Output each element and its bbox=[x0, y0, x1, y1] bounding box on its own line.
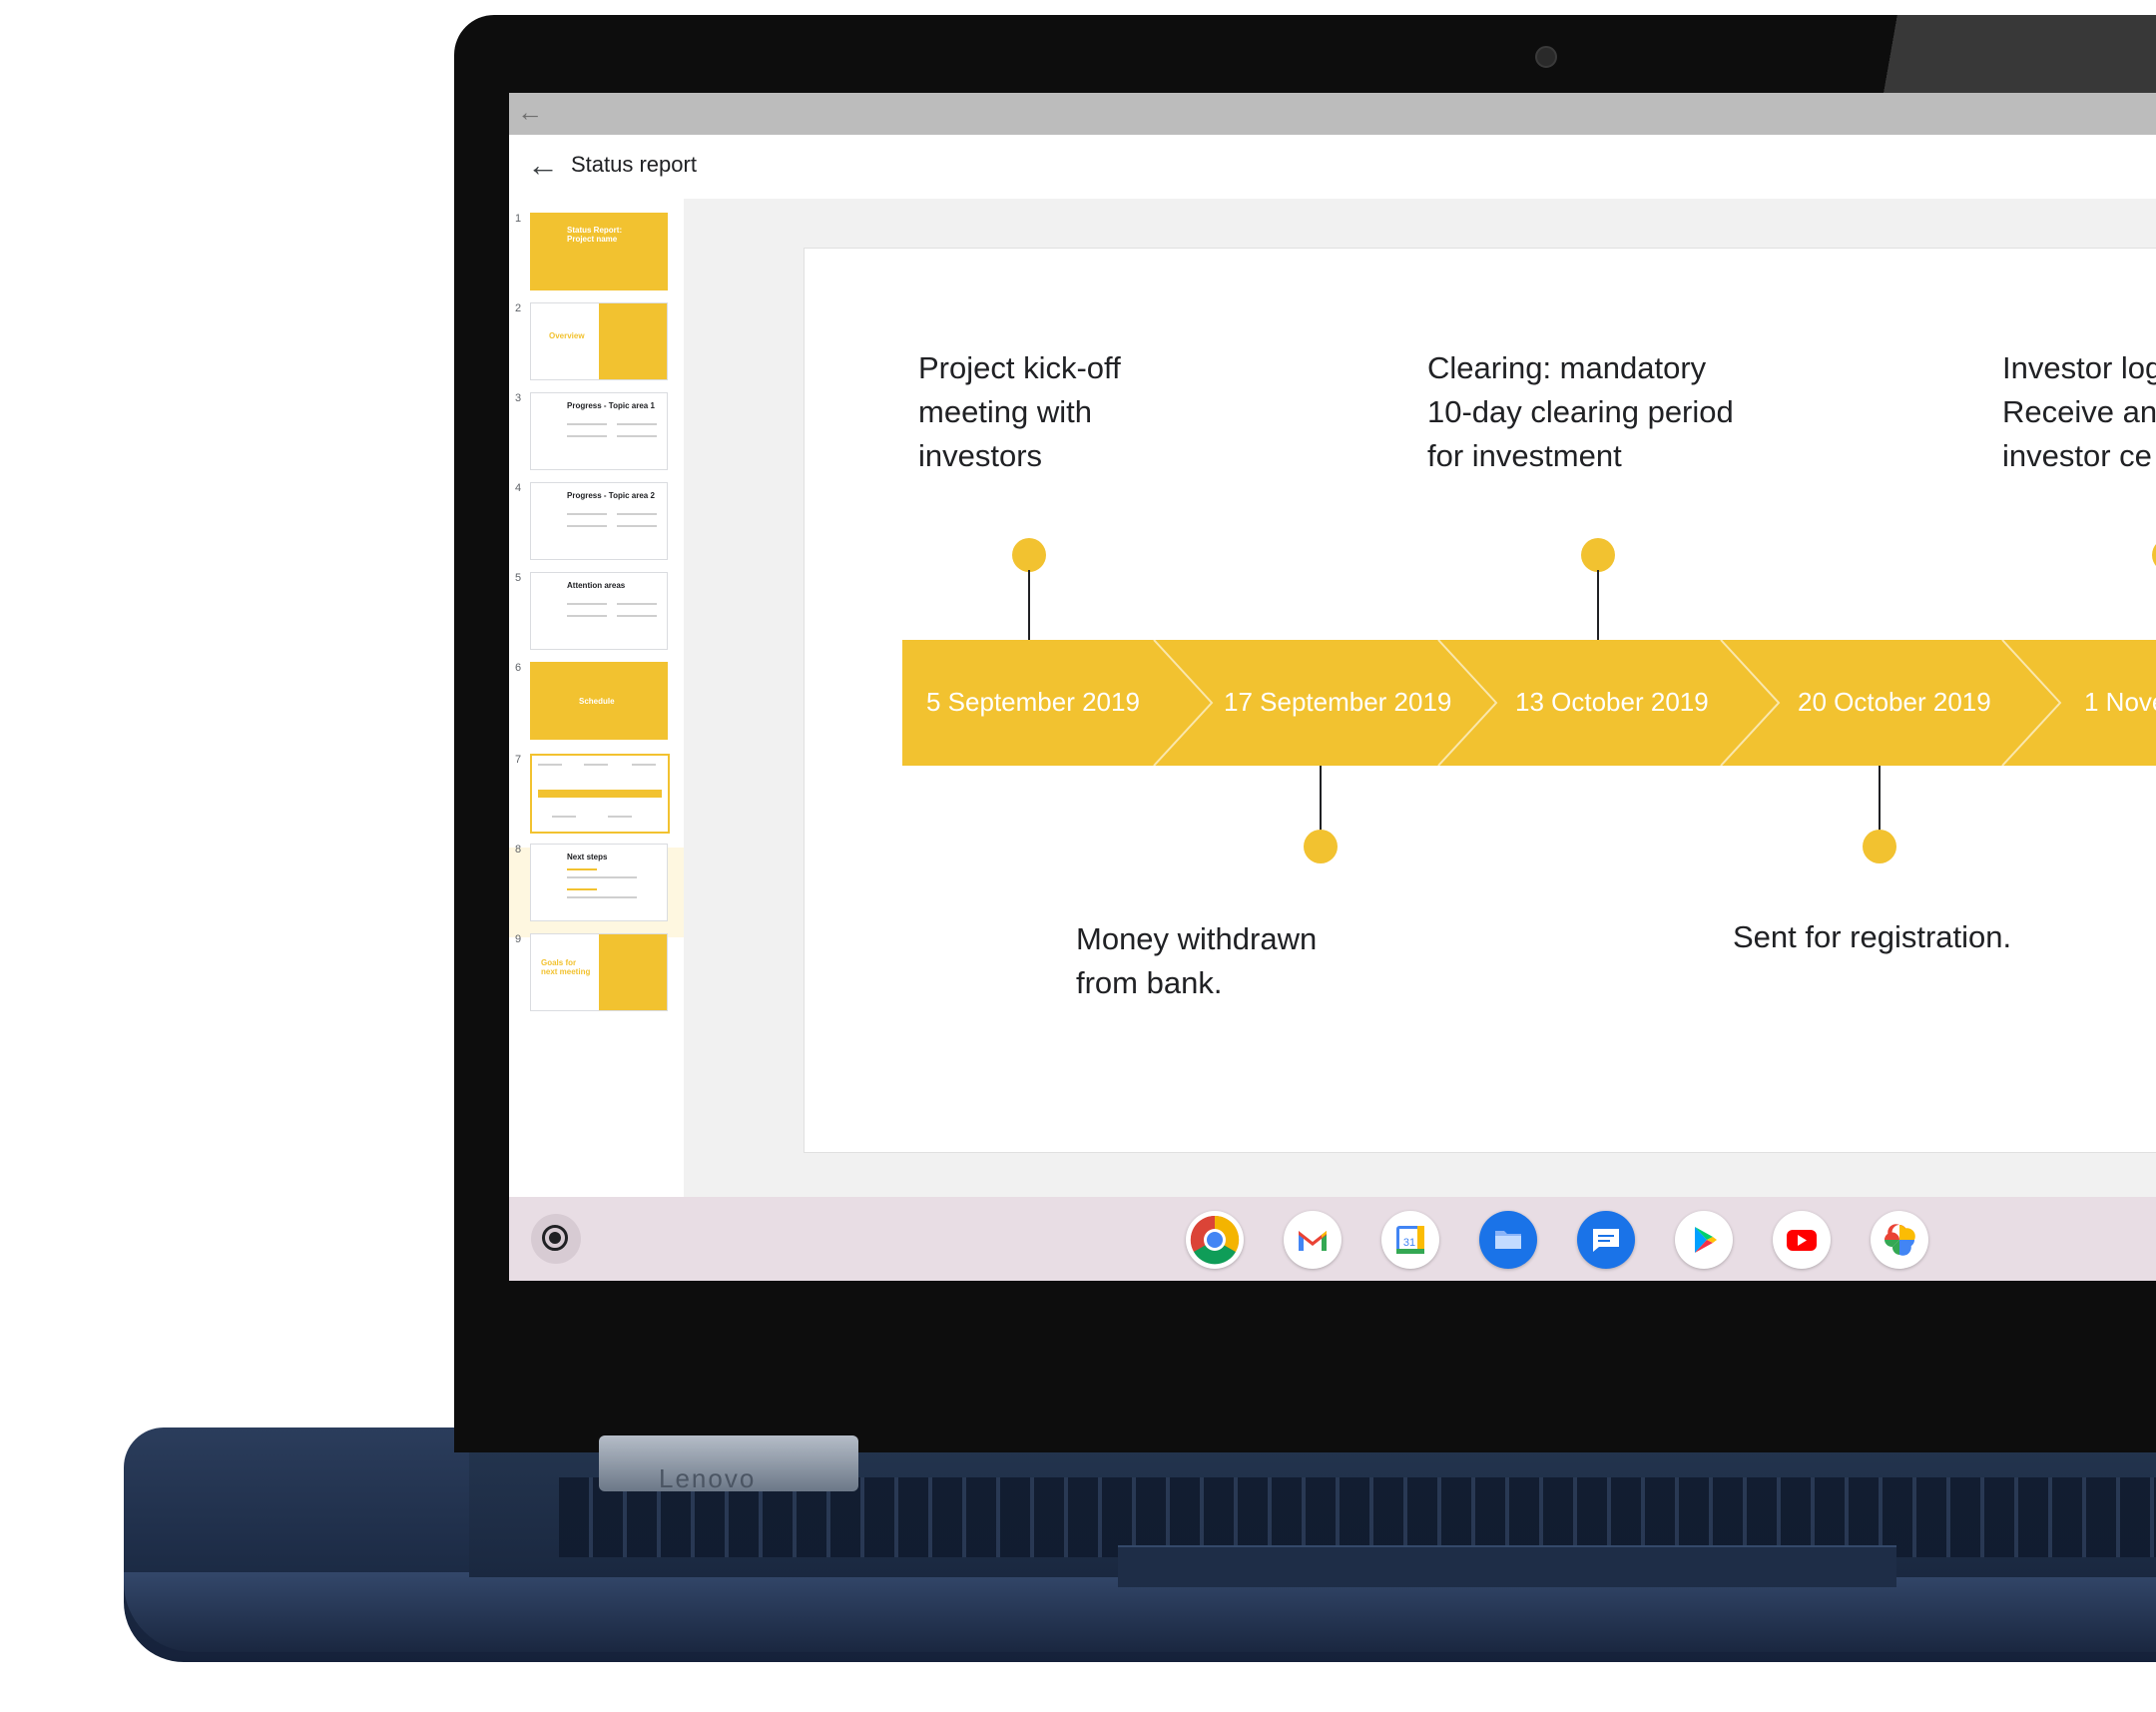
thumbnail-number: 5 bbox=[515, 572, 522, 584]
thumbnail-title: Next steps bbox=[567, 853, 608, 861]
webcam bbox=[1535, 46, 1557, 68]
slide-thumbnail-3[interactable]: Progress - Topic area 1 bbox=[530, 392, 668, 470]
timeline-chevron-1 bbox=[1153, 640, 1214, 766]
thumbnail-number: 1 bbox=[515, 213, 522, 225]
thumbnail-number: 9 bbox=[515, 933, 522, 945]
youtube-icon[interactable] bbox=[1773, 1211, 1831, 1269]
timeline-date-1: 5 September 2019 bbox=[926, 687, 1140, 717]
timeline-date-4: 20 October 2019 bbox=[1798, 687, 1991, 717]
messages-icon[interactable] bbox=[1577, 1211, 1635, 1269]
timeline-marker-down-2 bbox=[1863, 830, 1896, 863]
thumbnail-text-line bbox=[567, 423, 607, 425]
play-store-icon[interactable] bbox=[1675, 1211, 1733, 1269]
thumbnail-number: 6 bbox=[515, 662, 522, 674]
thumbnail-text-line bbox=[567, 513, 607, 515]
thumbnail-text-line bbox=[538, 764, 562, 766]
timeline-connector-down-2 bbox=[1879, 766, 1881, 832]
thumbnail-number: 2 bbox=[515, 302, 522, 314]
launcher-icon-dot bbox=[549, 1232, 561, 1244]
thumbnail-title: Progress - Topic area 2 bbox=[567, 491, 655, 500]
thumbnail-text-line bbox=[567, 615, 607, 617]
timeline-date-2: 17 September 2019 bbox=[1224, 687, 1452, 717]
timeline-chevron-4 bbox=[2001, 640, 2062, 766]
thumbnail-number: 8 bbox=[515, 844, 522, 856]
thumbnail-accent-panel bbox=[599, 303, 667, 379]
slide-thumbnail-panel: 1 Status Report: Project name 2 Overview… bbox=[509, 199, 684, 1281]
thumbnail-text-line bbox=[567, 525, 607, 527]
thumbnail-title: Attention areas bbox=[567, 581, 626, 590]
thumbnail-text-line bbox=[617, 423, 657, 425]
timeline-bottom-label-2: Sent for registration. bbox=[1733, 919, 2012, 954]
thumbnail-text-line bbox=[632, 764, 656, 766]
thumbnail-text-line bbox=[608, 816, 632, 818]
slide-thumbnail-9[interactable]: Goals for next meeting bbox=[530, 933, 668, 1011]
calendar-icon[interactable]: 31 bbox=[1381, 1211, 1439, 1269]
thumbnail-text-line bbox=[567, 868, 597, 870]
thumbnail-title: Status Report: Project name bbox=[567, 226, 623, 244]
slide-thumbnail-2[interactable]: Overview bbox=[530, 302, 668, 380]
slide-thumbnail-7[interactable] bbox=[530, 754, 670, 834]
photos-icon[interactable] bbox=[1871, 1211, 1928, 1269]
timeline-top-label-2: Clearing: mandatory 10-day clearing peri… bbox=[1427, 350, 1734, 473]
timeline-date-3: 13 October 2019 bbox=[1515, 687, 1709, 717]
timeline-connector-2 bbox=[1597, 570, 1599, 640]
thumbnail-text-line bbox=[567, 876, 637, 878]
thumbnail-text-line bbox=[567, 435, 607, 437]
gmail-icon[interactable] bbox=[1284, 1211, 1342, 1269]
thumbnail-text-line bbox=[552, 816, 576, 818]
slide-thumbnail-1[interactable]: Status Report: Project name bbox=[530, 213, 668, 290]
timeline-connector-down-1 bbox=[1320, 766, 1322, 832]
chrome-icon[interactable] bbox=[1186, 1211, 1244, 1269]
caption-back-icon[interactable]: ← bbox=[517, 97, 543, 128]
thumbnail-number: 7 bbox=[515, 754, 522, 766]
calendar-day-text: 31 bbox=[1403, 1237, 1415, 1249]
slide-thumbnail-5[interactable]: Attention areas bbox=[530, 572, 668, 650]
current-slide: Project kick-off meeting with investors … bbox=[804, 248, 2156, 1153]
thumbnail-text-line bbox=[567, 896, 637, 898]
window-caption-bar: ← bbox=[509, 93, 2156, 135]
bezel-reflection bbox=[1827, 15, 2156, 95]
chromeos-shelf: 31 bbox=[509, 1197, 2156, 1281]
files-icon[interactable] bbox=[1479, 1211, 1537, 1269]
timeline-date-5: 1 Nove bbox=[2084, 687, 2156, 717]
timeline-marker-1 bbox=[1012, 538, 1046, 572]
thumbnail-title: Schedule bbox=[579, 697, 615, 706]
slide-thumbnail-6[interactable]: Schedule bbox=[530, 662, 668, 740]
timeline-bottom-label-1: Money withdrawn from bank. bbox=[1076, 921, 1318, 1000]
thumbnail-text-line bbox=[617, 513, 657, 515]
thumbnail-text-line bbox=[584, 764, 608, 766]
document-title: Status report bbox=[571, 152, 697, 177]
timeline-top-label-1: Project kick-off meeting with investors bbox=[918, 350, 1121, 473]
thumbnail-text-line bbox=[567, 888, 597, 890]
thumbnail-accent-panel bbox=[599, 934, 667, 1010]
thumbnail-title: Overview bbox=[549, 331, 585, 340]
trackpad bbox=[1118, 1545, 1896, 1587]
brand-logo: Lenovo bbox=[659, 1463, 757, 1493]
thumbnail-timeline-band bbox=[538, 790, 662, 798]
thumbnail-text-line bbox=[617, 603, 657, 605]
timeline-top-label-3: Investor log Receive an investor ce bbox=[2002, 350, 2156, 473]
slide-thumbnail-4[interactable]: Progress - Topic area 2 bbox=[530, 482, 668, 560]
thumbnail-number: 3 bbox=[515, 392, 522, 404]
back-arrow-icon[interactable]: ← bbox=[527, 147, 559, 184]
timeline-marker-3 bbox=[2152, 538, 2156, 572]
timeline-marker-2 bbox=[1581, 538, 1615, 572]
thumbnail-text-line bbox=[617, 435, 657, 437]
timeline-chevron-3 bbox=[1720, 640, 1781, 766]
thumbnail-text-line bbox=[567, 603, 607, 605]
timeline-connector-1 bbox=[1028, 570, 1030, 640]
thumbnail-number: 4 bbox=[515, 482, 522, 494]
timeline-marker-down-1 bbox=[1304, 830, 1338, 863]
thumbnail-text-line bbox=[617, 525, 657, 527]
app-toolbar: ← Status report bbox=[509, 135, 2156, 199]
thumbnail-title: Goals for next meeting bbox=[541, 958, 591, 976]
slide-thumbnail-8[interactable]: Next steps bbox=[530, 844, 668, 921]
thumbnail-title: Progress - Topic area 1 bbox=[567, 401, 655, 410]
thumbnail-text-line bbox=[617, 615, 657, 617]
